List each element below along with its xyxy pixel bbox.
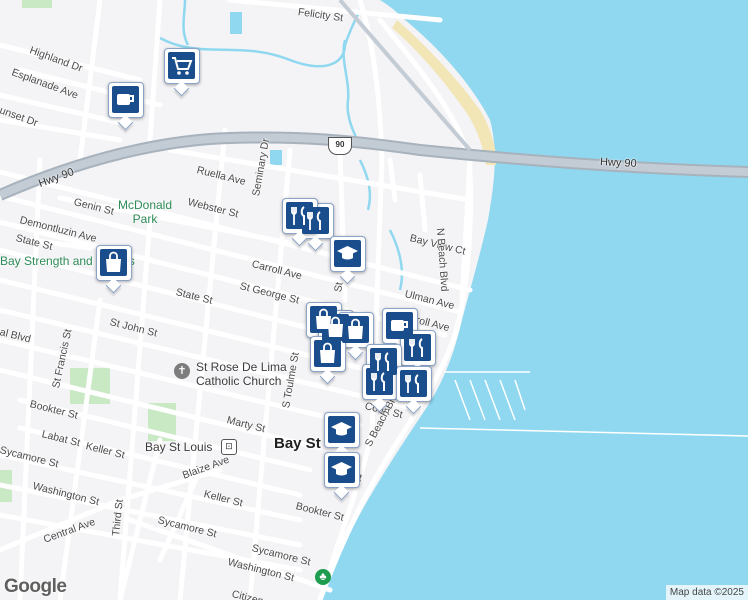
fork-knife-icon [371,372,385,391]
cart-icon [172,57,193,75]
train-station-icon[interactable]: ⊡ [221,439,237,455]
map-marker-cafe[interactable] [108,82,144,118]
park-label-line1: McDonald [118,198,173,212]
map-marker-store[interactable] [96,245,132,281]
place-label-station[interactable]: Bay St Louis [145,440,212,454]
shopping-bag-icon [106,251,121,272]
fork-knife-icon [291,206,305,225]
park-label-mcdonald[interactable]: McDonald Park [118,198,172,226]
place-label-st-rose-line2: Catholic Church [196,374,282,388]
map-attribution[interactable]: Map data ©2025 [665,585,748,600]
shopping-bag-icon [320,342,335,363]
google-logo: Google [4,576,67,597]
city-label: Bay St [274,435,321,452]
coffee-icon [117,94,134,105]
shopping-bag-icon [348,318,363,339]
map-marker-shopping[interactable] [164,48,200,84]
fork-knife-icon [405,374,419,393]
church-icon[interactable]: ✝ [174,363,190,379]
graduation-cap-icon [331,462,352,476]
place-label-st-rose[interactable]: St Rose De Lima Catholic Church [196,360,287,388]
map-marker-school[interactable] [330,236,366,272]
highway-label-right: Hwy 90 [599,156,637,170]
graduation-cap-icon [331,422,352,436]
street-label-st-ext: St [332,281,346,294]
fork-knife-icon [409,338,423,357]
map-marker-store[interactable] [338,312,374,348]
map-canvas[interactable]: Felicity St Highland Dr Esplanade Ave un… [0,0,748,600]
park-label-line2: Park [132,212,158,226]
map-marker-school[interactable] [324,452,360,488]
graduation-cap-icon [337,246,358,260]
highway-90-shield: 90 [328,137,352,155]
map-marker-store[interactable] [310,336,346,372]
map-marker-school[interactable] [324,412,360,448]
map-marker-restaurant[interactable] [396,366,432,402]
park-tree-icon[interactable]: ♣ [315,569,331,585]
map-marker-restaurant[interactable] [400,330,436,366]
place-label-st-rose-line1: St Rose De Lima [196,360,287,374]
map-marker-restaurant[interactable] [362,364,398,400]
map-marker-restaurant[interactable] [282,198,318,234]
